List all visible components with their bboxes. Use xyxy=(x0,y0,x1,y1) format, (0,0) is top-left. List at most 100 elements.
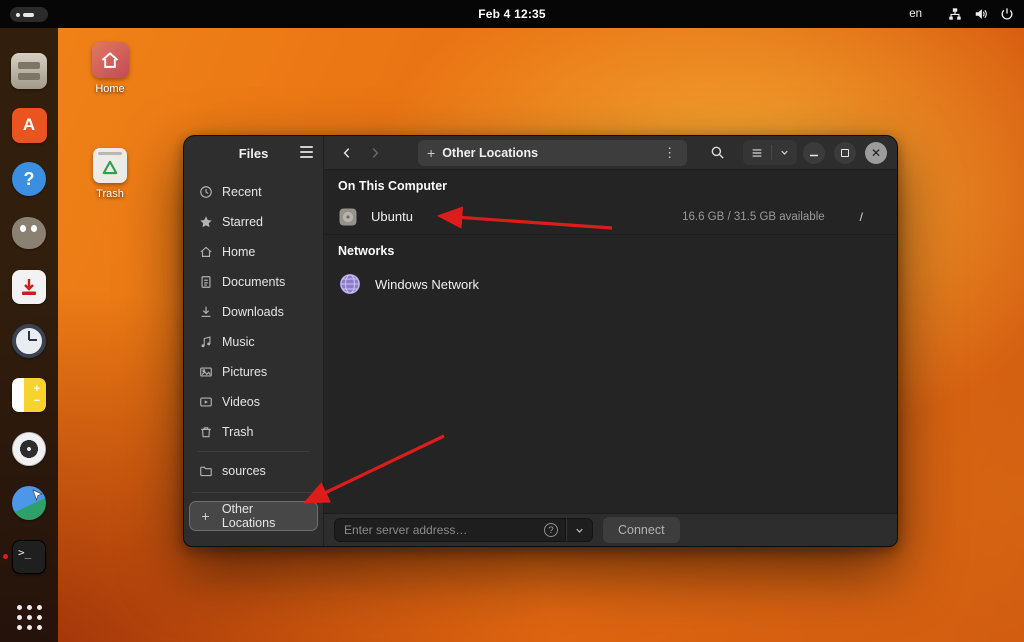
sidebar-item-downloads[interactable]: Downloads xyxy=(190,298,317,326)
forward-button[interactable] xyxy=(364,141,386,165)
folder-icon xyxy=(198,464,213,478)
window-title: Files xyxy=(239,146,269,161)
close-button[interactable]: ✕ xyxy=(865,142,887,164)
hamburger-menu-button[interactable] xyxy=(300,146,313,158)
music-icon xyxy=(198,335,213,349)
view-toggle-button[interactable] xyxy=(743,140,797,165)
gimp-icon xyxy=(12,217,46,249)
connect-bar: ? Connect xyxy=(324,513,897,546)
volume-icon[interactable] xyxy=(974,7,988,21)
minimize-button[interactable] xyxy=(803,142,825,164)
desktop-icon-label: Home xyxy=(95,83,124,95)
drive-usage: 16.6 GB / 31.5 GB available xyxy=(682,211,825,223)
chevron-down-icon xyxy=(772,140,797,165)
dock-item-ubuntu-software[interactable]: A xyxy=(10,106,48,144)
show-applications-button[interactable] xyxy=(17,605,42,630)
sidebar-separator xyxy=(198,451,309,452)
clock[interactable]: Feb 4 12:35 xyxy=(0,7,1024,21)
sidebar-item-home[interactable]: Home xyxy=(190,238,317,266)
back-button[interactable] xyxy=(336,141,358,165)
dock-item-clocks[interactable] xyxy=(10,322,48,360)
dock-item-help[interactable]: ? xyxy=(10,160,48,198)
sidebar-item-label: Trash xyxy=(222,425,254,439)
dock-item-files[interactable] xyxy=(10,52,48,90)
recent-icon xyxy=(198,185,213,199)
sidebar-item-videos[interactable]: Videos xyxy=(190,388,317,416)
network-name: Windows Network xyxy=(375,277,479,292)
recent-servers-dropdown[interactable] xyxy=(566,518,593,542)
dock: A ? +− xyxy=(0,28,58,642)
sidebar-item-label: Other Locations xyxy=(222,502,309,530)
home-icon xyxy=(198,245,213,259)
maximize-button[interactable] xyxy=(834,142,856,164)
sidebar-item-sources[interactable]: sources xyxy=(190,457,317,485)
section-on-this-computer: On This Computer xyxy=(324,170,897,199)
ubuntu-software-icon: A xyxy=(12,108,47,143)
server-address-input[interactable] xyxy=(334,518,566,542)
files-window: Files Recent Starred xyxy=(183,135,898,547)
sidebar-item-label: Pictures xyxy=(222,365,267,379)
help-icon: ? xyxy=(12,162,46,196)
help-icon[interactable]: ? xyxy=(544,523,558,537)
sidebar-item-other-locations[interactable]: + Other Locations xyxy=(189,501,318,531)
dock-item-browser[interactable] xyxy=(10,484,48,522)
desktop-icon-label: Trash xyxy=(96,188,124,200)
sidebar-item-music[interactable]: Music xyxy=(190,328,317,356)
browser-icon xyxy=(12,486,46,520)
notes-icon: +− xyxy=(12,378,46,412)
sidebar-item-label: Home xyxy=(222,245,255,259)
sidebar-item-starred[interactable]: Starred xyxy=(190,208,317,236)
section-networks: Networks xyxy=(324,235,897,264)
drive-row-ubuntu[interactable]: Ubuntu 16.6 GB / 31.5 GB available / xyxy=(324,199,897,235)
trash-icon xyxy=(198,425,213,439)
sidebar-item-label: Documents xyxy=(222,275,285,289)
top-bar: Feb 4 12:35 en xyxy=(0,0,1024,28)
terminal-icon: >_ xyxy=(12,540,46,574)
home-folder-icon xyxy=(92,42,129,78)
sidebar-separator xyxy=(192,492,315,493)
keyboard-layout-indicator[interactable]: en xyxy=(909,8,922,20)
sidebar-item-documents[interactable]: Documents xyxy=(190,268,317,296)
plus-icon: + xyxy=(427,146,435,160)
desktop: Feb 4 12:35 en xyxy=(0,0,1024,642)
locations-view: On This Computer Ubuntu 16.6 GB / 31.5 G… xyxy=(324,170,897,513)
dock-item-gimp[interactable] xyxy=(10,214,48,252)
harddisk-icon xyxy=(338,207,358,227)
sidebar: Files Recent Starred xyxy=(184,136,324,546)
dock-item-terminal[interactable]: >_ xyxy=(10,538,48,576)
dock-item-disks[interactable] xyxy=(10,430,48,468)
search-button[interactable] xyxy=(705,140,729,166)
sidebar-item-label: Music xyxy=(222,335,255,349)
clocks-icon xyxy=(12,324,46,358)
drive-name: Ubuntu xyxy=(371,209,413,224)
star-icon xyxy=(198,215,213,229)
sidebar-item-recent[interactable]: Recent xyxy=(190,178,317,206)
network-icon[interactable] xyxy=(948,7,962,21)
location-label: Other Locations xyxy=(442,146,538,160)
network-row-windows[interactable]: Windows Network xyxy=(324,264,897,304)
sidebar-item-label: Starred xyxy=(222,215,263,229)
dock-item-notes[interactable]: +− xyxy=(10,376,48,414)
list-view-icon xyxy=(743,140,771,165)
desktop-icon-home[interactable]: Home xyxy=(82,42,138,95)
document-icon xyxy=(198,275,213,289)
drive-mount-point: / xyxy=(860,210,863,224)
sidebar-item-trash[interactable]: Trash xyxy=(190,418,317,446)
video-icon xyxy=(198,395,213,409)
sidebar-item-label: Recent xyxy=(222,185,262,199)
sidebar-item-label: sources xyxy=(222,464,266,478)
network-globe-icon xyxy=(338,272,362,296)
sidebar-item-label: Videos xyxy=(222,395,260,409)
power-icon[interactable] xyxy=(1000,7,1014,21)
location-button[interactable]: + Other Locations ⋮ xyxy=(418,140,687,166)
disks-icon xyxy=(12,432,46,466)
image-icon xyxy=(198,365,213,379)
header-bar: + Other Locations ⋮ xyxy=(324,136,897,170)
dock-item-software-updater[interactable] xyxy=(10,268,48,306)
location-menu-button[interactable]: ⋮ xyxy=(661,145,678,161)
desktop-icon-trash[interactable]: Trash xyxy=(82,148,138,200)
connect-button[interactable]: Connect xyxy=(603,517,680,543)
sidebar-item-label: Downloads xyxy=(222,305,284,319)
sidebar-item-pictures[interactable]: Pictures xyxy=(190,358,317,386)
plus-icon: + xyxy=(198,509,213,523)
